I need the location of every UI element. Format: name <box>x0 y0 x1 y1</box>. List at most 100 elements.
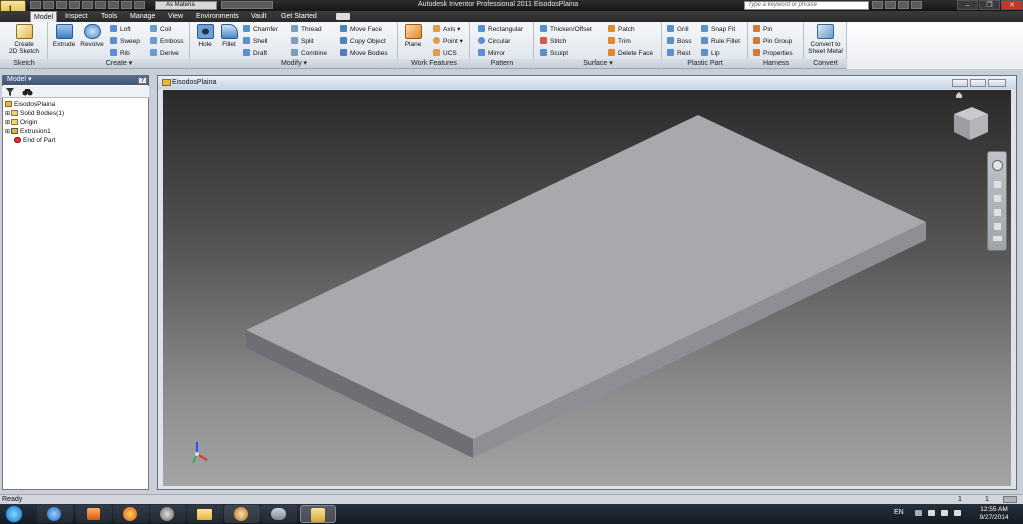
emboss-button[interactable]: Emboss <box>150 37 183 46</box>
document-title-bar[interactable]: EisodosPlaina <box>158 76 1016 89</box>
volume-icon[interactable] <box>954 510 961 516</box>
rectangular-pattern-button[interactable]: Rectangular <box>478 25 523 34</box>
chamfer-button[interactable]: Chamfer <box>243 25 278 34</box>
look-at-icon[interactable] <box>994 223 1001 230</box>
pan-icon[interactable] <box>994 181 1001 188</box>
coil-button[interactable]: Coil <box>150 25 171 34</box>
patch-button[interactable]: Patch <box>608 25 635 34</box>
shell-button[interactable]: Shell <box>243 37 267 46</box>
filter-icon[interactable] <box>6 88 14 96</box>
mirror-button[interactable]: Mirror <box>478 49 505 58</box>
taskbar-app-7[interactable] <box>261 505 297 523</box>
rib-button[interactable]: Rib <box>110 49 130 58</box>
taskbar-firefox[interactable] <box>113 505 149 523</box>
network-icon[interactable] <box>941 510 948 516</box>
taskbar-explorer[interactable] <box>187 505 223 523</box>
combine-button[interactable]: Combine <box>291 49 327 58</box>
derive-button[interactable]: Derive <box>150 49 179 58</box>
viewcube[interactable] <box>950 104 992 142</box>
convert-to-sheet-metal-button[interactable]: Convert to Sheet Metal <box>805 24 846 55</box>
stitch-button[interactable]: Stitch <box>540 37 566 46</box>
taskbar-app-6[interactable] <box>224 505 260 523</box>
material-dropdown[interactable]: As Materia <box>155 1 217 10</box>
tab-view[interactable]: View <box>165 11 186 22</box>
tray-expand-icon[interactable] <box>915 510 922 516</box>
hole-button[interactable]: Hole <box>194 24 216 48</box>
expand-icon[interactable]: ⊞ <box>5 120 10 126</box>
tab-manage[interactable]: Manage <box>127 11 158 22</box>
system-clock[interactable]: 12:55 AM 9/27/2014 <box>968 506 1020 522</box>
doc-minimize-button[interactable] <box>952 79 968 87</box>
find-binoculars-icon[interactable] <box>22 88 33 96</box>
tab-get-started[interactable]: Get Started <box>278 11 320 22</box>
help-icon[interactable] <box>911 1 922 9</box>
ribbon-options-icon[interactable] <box>336 13 350 20</box>
expand-icon[interactable]: ⊞ <box>5 129 10 135</box>
language-indicator[interactable]: EN <box>894 509 904 516</box>
close-button[interactable]: ✕ <box>1001 0 1023 10</box>
zoom-icon[interactable] <box>994 195 1001 202</box>
tree-item-origin[interactable]: ⊞ Origin <box>5 119 37 127</box>
point-button[interactable]: Point ▾ <box>433 37 463 46</box>
search-input[interactable]: Type a keyword or phrase <box>744 1 869 10</box>
axis-button[interactable]: Axis ▾ <box>433 25 460 34</box>
orbit-icon[interactable] <box>994 209 1001 216</box>
extrude-button[interactable]: Extrude <box>51 24 77 48</box>
browser-help-button[interactable]: ? <box>138 77 147 84</box>
revolve-button[interactable]: Revolve <box>79 24 105 48</box>
circular-pattern-button[interactable]: Circular <box>478 37 510 46</box>
plane-button[interactable]: Plane <box>401 24 425 48</box>
fillet-button[interactable]: Fillet <box>218 24 240 48</box>
appearance-dropdown[interactable] <box>221 1 273 9</box>
move-bodies-button[interactable]: Move Bodies <box>340 49 388 58</box>
create-2d-sketch-button[interactable]: Create 2D Sketch <box>4 24 44 55</box>
doc-close-button[interactable] <box>988 79 1006 87</box>
rule-fillet-button[interactable]: Rule Fillet <box>701 37 740 46</box>
restore-button[interactable]: ❐ <box>979 0 1000 10</box>
navbar-options-icon[interactable] <box>993 236 1002 241</box>
thread-button[interactable]: Thread <box>291 25 322 34</box>
taskbar-app-4[interactable] <box>150 505 186 523</box>
tree-item-extrusion1[interactable]: ⊞ Extrusion1 <box>5 128 51 136</box>
rest-button[interactable]: Rest <box>667 49 690 58</box>
save-icon[interactable] <box>56 1 67 9</box>
move-face-button[interactable]: Move Face <box>340 25 382 34</box>
snap-fit-button[interactable]: Snap Fit <box>701 25 735 34</box>
redo-icon[interactable] <box>82 1 93 9</box>
grill-button[interactable]: Grill <box>667 25 689 34</box>
minimize-button[interactable]: – <box>957 0 978 10</box>
boss-button[interactable]: Boss <box>667 37 691 46</box>
draft-button[interactable]: Draft <box>243 49 267 58</box>
tab-tools[interactable]: Tools <box>98 11 120 22</box>
loft-button[interactable]: Loft <box>110 25 131 34</box>
tab-inspect[interactable]: Inspect <box>62 11 91 22</box>
pin-button[interactable]: Pin <box>753 25 772 34</box>
doc-restore-button[interactable] <box>970 79 986 87</box>
home-view-icon[interactable] <box>956 92 962 98</box>
tree-item-part[interactable]: EisodosPlaina <box>5 101 55 109</box>
model-browser-header[interactable]: Model ▾ <box>2 75 149 85</box>
update-icon[interactable] <box>121 1 132 9</box>
ucs-button[interactable]: UCS <box>433 49 457 58</box>
select-icon[interactable] <box>108 1 119 9</box>
trim-button[interactable]: Trim <box>608 37 631 46</box>
lip-button[interactable]: Lip <box>701 49 720 58</box>
properties-icon[interactable] <box>134 1 145 9</box>
copy-object-button[interactable]: Copy Object <box>340 37 386 46</box>
tab-environments[interactable]: Environments <box>193 11 242 22</box>
sculpt-button[interactable]: Sculpt <box>540 49 568 58</box>
open-icon[interactable] <box>43 1 54 9</box>
plate-model[interactable] <box>163 90 1011 486</box>
undo-icon[interactable] <box>69 1 80 9</box>
pin-group-button[interactable]: Pin Group <box>753 37 792 46</box>
sweep-button[interactable]: Sweep <box>110 37 140 46</box>
communication-center-icon[interactable] <box>885 1 896 9</box>
thicken-offset-button[interactable]: Thicken/Offset <box>540 25 592 34</box>
search-icon[interactable] <box>872 1 883 9</box>
delete-face-button[interactable]: Delete Face <box>608 49 653 58</box>
split-button[interactable]: Split <box>291 37 314 46</box>
home-icon[interactable] <box>95 1 106 9</box>
flag-icon[interactable] <box>928 510 935 516</box>
start-button[interactable] <box>5 505 23 523</box>
expand-icon[interactable]: ⊞ <box>5 111 10 117</box>
